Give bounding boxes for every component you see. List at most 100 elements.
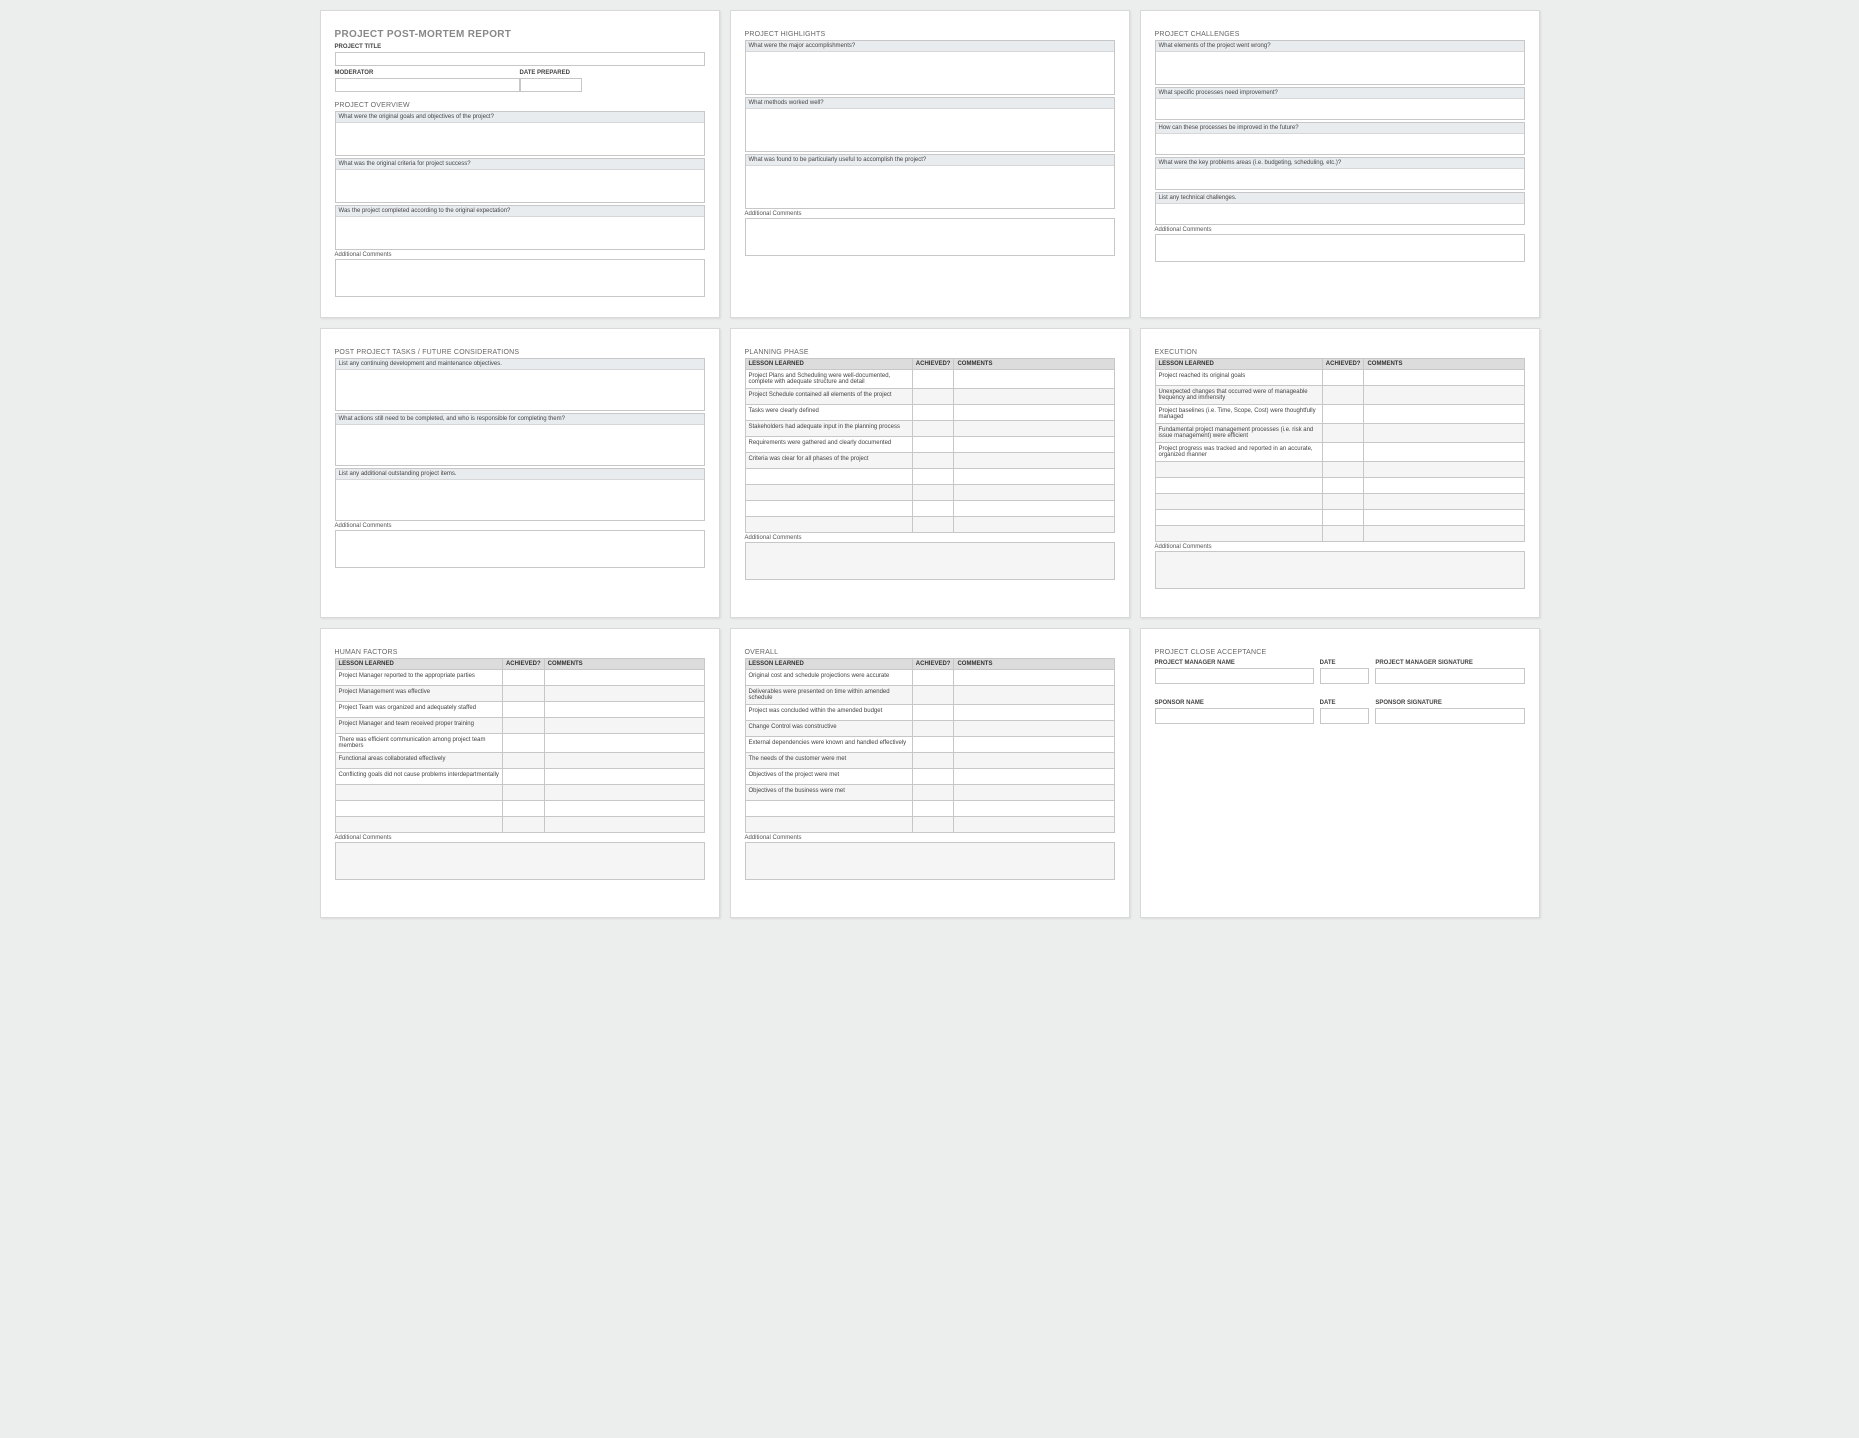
q-input[interactable] — [336, 217, 704, 249]
achieved-cell[interactable] — [502, 718, 544, 734]
comments-cell[interactable] — [1364, 443, 1524, 462]
achieved-cell[interactable] — [912, 469, 954, 485]
comments-cell[interactable] — [1364, 424, 1524, 443]
comments-cell[interactable] — [954, 670, 1114, 686]
comments-cell[interactable] — [954, 753, 1114, 769]
q-input[interactable] — [1156, 99, 1524, 119]
q-input[interactable] — [1156, 52, 1524, 84]
comments-cell[interactable] — [954, 437, 1114, 453]
comments-cell[interactable] — [544, 670, 704, 686]
achieved-cell[interactable] — [912, 753, 954, 769]
comments-cell[interactable] — [1364, 405, 1524, 424]
comments-cell[interactable] — [544, 753, 704, 769]
achieved-cell[interactable] — [502, 785, 544, 801]
comments-cell[interactable] — [544, 817, 704, 833]
addl-comments-input[interactable] — [1155, 551, 1525, 589]
q-input[interactable] — [336, 480, 704, 520]
achieved-cell[interactable] — [1322, 370, 1364, 386]
comments-cell[interactable] — [954, 801, 1114, 817]
comments-cell[interactable] — [544, 769, 704, 785]
achieved-cell[interactable] — [912, 801, 954, 817]
sponsor-name-input[interactable] — [1155, 708, 1314, 724]
achieved-cell[interactable] — [502, 686, 544, 702]
achieved-cell[interactable] — [1322, 462, 1364, 478]
achieved-cell[interactable] — [912, 705, 954, 721]
comments-cell[interactable] — [544, 686, 704, 702]
achieved-cell[interactable] — [1322, 494, 1364, 510]
achieved-cell[interactable] — [912, 501, 954, 517]
achieved-cell[interactable] — [502, 769, 544, 785]
comments-cell[interactable] — [954, 769, 1114, 785]
pm-sig-input[interactable] — [1375, 668, 1524, 684]
achieved-cell[interactable] — [912, 453, 954, 469]
addl-comments-input[interactable] — [335, 259, 705, 297]
achieved-cell[interactable] — [1322, 443, 1364, 462]
q-input[interactable] — [1156, 169, 1524, 189]
achieved-cell[interactable] — [912, 769, 954, 785]
comments-cell[interactable] — [954, 686, 1114, 705]
comments-cell[interactable] — [1364, 478, 1524, 494]
achieved-cell[interactable] — [502, 670, 544, 686]
comments-cell[interactable] — [954, 721, 1114, 737]
addl-comments-input[interactable] — [335, 842, 705, 880]
sponsor-date-input[interactable] — [1320, 708, 1370, 724]
comments-cell[interactable] — [954, 817, 1114, 833]
achieved-cell[interactable] — [1322, 510, 1364, 526]
achieved-cell[interactable] — [912, 405, 954, 421]
comments-cell[interactable] — [954, 705, 1114, 721]
comments-cell[interactable] — [954, 785, 1114, 801]
achieved-cell[interactable] — [912, 421, 954, 437]
comments-cell[interactable] — [1364, 510, 1524, 526]
comments-cell[interactable] — [954, 389, 1114, 405]
achieved-cell[interactable] — [502, 753, 544, 769]
comments-cell[interactable] — [1364, 462, 1524, 478]
comments-cell[interactable] — [954, 453, 1114, 469]
achieved-cell[interactable] — [1322, 526, 1364, 542]
comments-cell[interactable] — [544, 702, 704, 718]
comments-cell[interactable] — [954, 370, 1114, 389]
sponsor-sig-input[interactable] — [1375, 708, 1524, 724]
comments-cell[interactable] — [1364, 526, 1524, 542]
addl-comments-input[interactable] — [745, 542, 1115, 580]
comments-cell[interactable] — [954, 421, 1114, 437]
achieved-cell[interactable] — [1322, 478, 1364, 494]
achieved-cell[interactable] — [1322, 405, 1364, 424]
achieved-cell[interactable] — [912, 737, 954, 753]
achieved-cell[interactable] — [912, 721, 954, 737]
addl-comments-input[interactable] — [745, 218, 1115, 256]
addl-comments-input[interactable] — [745, 842, 1115, 880]
achieved-cell[interactable] — [502, 801, 544, 817]
achieved-cell[interactable] — [912, 670, 954, 686]
comments-cell[interactable] — [954, 485, 1114, 501]
moderator-input[interactable] — [335, 78, 520, 92]
achieved-cell[interactable] — [502, 817, 544, 833]
achieved-cell[interactable] — [912, 370, 954, 389]
achieved-cell[interactable] — [1322, 424, 1364, 443]
achieved-cell[interactable] — [912, 817, 954, 833]
pm-date-input[interactable] — [1320, 668, 1370, 684]
q-input[interactable] — [336, 425, 704, 465]
achieved-cell[interactable] — [912, 389, 954, 405]
comments-cell[interactable] — [544, 718, 704, 734]
comments-cell[interactable] — [954, 405, 1114, 421]
q-input[interactable] — [336, 123, 704, 155]
achieved-cell[interactable] — [912, 485, 954, 501]
q-input[interactable] — [336, 370, 704, 410]
comments-cell[interactable] — [544, 785, 704, 801]
date-prepared-input[interactable] — [520, 78, 583, 92]
q-input[interactable] — [746, 109, 1114, 151]
comments-cell[interactable] — [954, 469, 1114, 485]
achieved-cell[interactable] — [912, 517, 954, 533]
achieved-cell[interactable] — [912, 686, 954, 705]
comments-cell[interactable] — [544, 734, 704, 753]
q-input[interactable] — [746, 166, 1114, 208]
achieved-cell[interactable] — [502, 702, 544, 718]
q-input[interactable] — [1156, 204, 1524, 224]
comments-cell[interactable] — [954, 517, 1114, 533]
addl-comments-input[interactable] — [335, 530, 705, 568]
achieved-cell[interactable] — [1322, 386, 1364, 405]
comments-cell[interactable] — [1364, 494, 1524, 510]
pm-name-input[interactable] — [1155, 668, 1314, 684]
comments-cell[interactable] — [954, 501, 1114, 517]
achieved-cell[interactable] — [912, 437, 954, 453]
